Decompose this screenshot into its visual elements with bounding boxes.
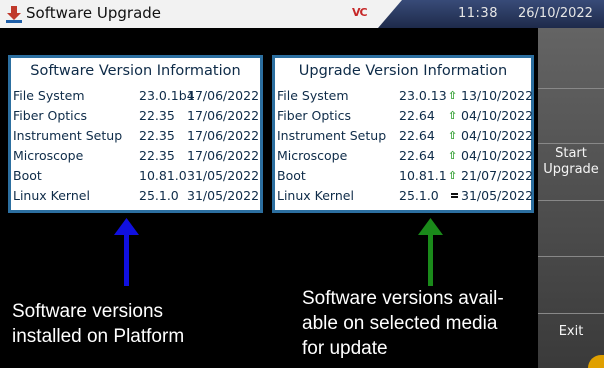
start-upgrade-label: Start	[555, 146, 587, 161]
component-name: Boot	[277, 168, 306, 183]
clock-time: 11:38	[458, 6, 498, 21]
download-arrow-icon	[6, 6, 22, 23]
installed-version: 25.1.0	[139, 188, 179, 203]
upgrade-date: 04/10/2022	[461, 128, 534, 143]
up-arrow-icon: ⇧	[448, 169, 458, 182]
caption-line: Software versions	[12, 301, 164, 322]
installed-version: 10.81.0	[139, 168, 187, 183]
upgrade-version: 22.64	[399, 148, 435, 163]
up-arrow-icon: ⇧	[448, 129, 458, 142]
start-upgrade-button[interactable]: Start Upgrade	[538, 146, 604, 200]
installed-date: 31/05/2022	[187, 168, 260, 183]
up-arrow-icon: ⇧	[448, 109, 458, 122]
component-name: Microscope	[277, 148, 348, 163]
window-title: Software Upgrade	[26, 4, 162, 22]
installed-date: 17/06/2022	[187, 88, 260, 103]
installed-caption: Software versions installed on Platform	[12, 299, 262, 349]
brand-logo: VC	[352, 6, 368, 19]
equal-icon	[451, 193, 458, 198]
installed-version: 22.35	[139, 108, 175, 123]
exit-label: Exit	[558, 324, 584, 339]
upgrade-version: 25.1.0	[399, 188, 439, 203]
installed-date: 17/06/2022	[187, 128, 260, 143]
upgrade-version: 22.64	[399, 108, 435, 123]
divider	[538, 200, 604, 201]
installed-version: 22.35	[139, 148, 175, 163]
installed-pointer-arrow-icon	[114, 218, 139, 286]
upgrade-version: 23.0.13	[399, 88, 447, 103]
component-name: Instrument Setup	[13, 128, 123, 143]
component-name: File System	[13, 88, 85, 103]
upgrade-caption: Software versions avail- able on selecte…	[302, 286, 542, 361]
title-bar: Software Upgrade VC 11:38 26/10/2022	[0, 0, 604, 29]
upgrade-pointer-arrow-icon	[418, 218, 443, 286]
component-name: Linux Kernel	[13, 188, 90, 203]
component-name: File System	[277, 88, 349, 103]
main-area: Software Version Information File System…	[0, 28, 538, 368]
start-upgrade-label: Upgrade	[543, 162, 599, 177]
component-name: Microscope	[13, 148, 84, 163]
software-version-panel: Software Version Information File System…	[8, 55, 263, 213]
caption-line: for update	[302, 338, 388, 359]
software-panel-title: Software Version Information	[30, 63, 241, 79]
caption-line: installed on Platform	[12, 326, 185, 347]
upgrade-date: 21/07/2022	[461, 168, 534, 183]
component-name: Boot	[13, 168, 42, 183]
divider	[538, 88, 604, 89]
exit-button[interactable]: Exit	[538, 324, 604, 344]
upgrade-date: 13/10/2022	[461, 88, 534, 103]
upgrade-date: 31/05/2022	[461, 188, 534, 203]
divider	[538, 143, 604, 144]
caption-line: Software versions avail-	[302, 288, 504, 309]
component-name: Fiber Optics	[277, 108, 352, 123]
upgrade-date: 04/10/2022	[461, 108, 534, 123]
upgrade-version: 22.64	[399, 128, 435, 143]
installed-date: 31/05/2022	[187, 188, 260, 203]
installed-date: 17/06/2022	[187, 108, 260, 123]
upgrade-version: 10.81.1	[399, 168, 447, 183]
caption-line: able on selected media	[302, 313, 498, 334]
upgrade-panel-title: Upgrade Version Information	[298, 63, 508, 79]
softkey-sidebar: Start Upgrade Exit	[538, 28, 604, 368]
upgrade-version-panel: Upgrade Version Information File System …	[272, 55, 534, 213]
component-name: Linux Kernel	[277, 188, 354, 203]
clock-date: 26/10/2022	[518, 6, 593, 21]
divider	[538, 313, 604, 314]
installed-date: 17/06/2022	[187, 148, 260, 163]
component-name: Instrument Setup	[277, 128, 387, 143]
installed-version: 22.35	[139, 128, 175, 143]
up-arrow-icon: ⇧	[448, 149, 458, 162]
up-arrow-icon: ⇧	[448, 89, 458, 102]
divider	[538, 256, 604, 257]
component-name: Fiber Optics	[13, 108, 88, 123]
upgrade-date: 04/10/2022	[461, 148, 534, 163]
